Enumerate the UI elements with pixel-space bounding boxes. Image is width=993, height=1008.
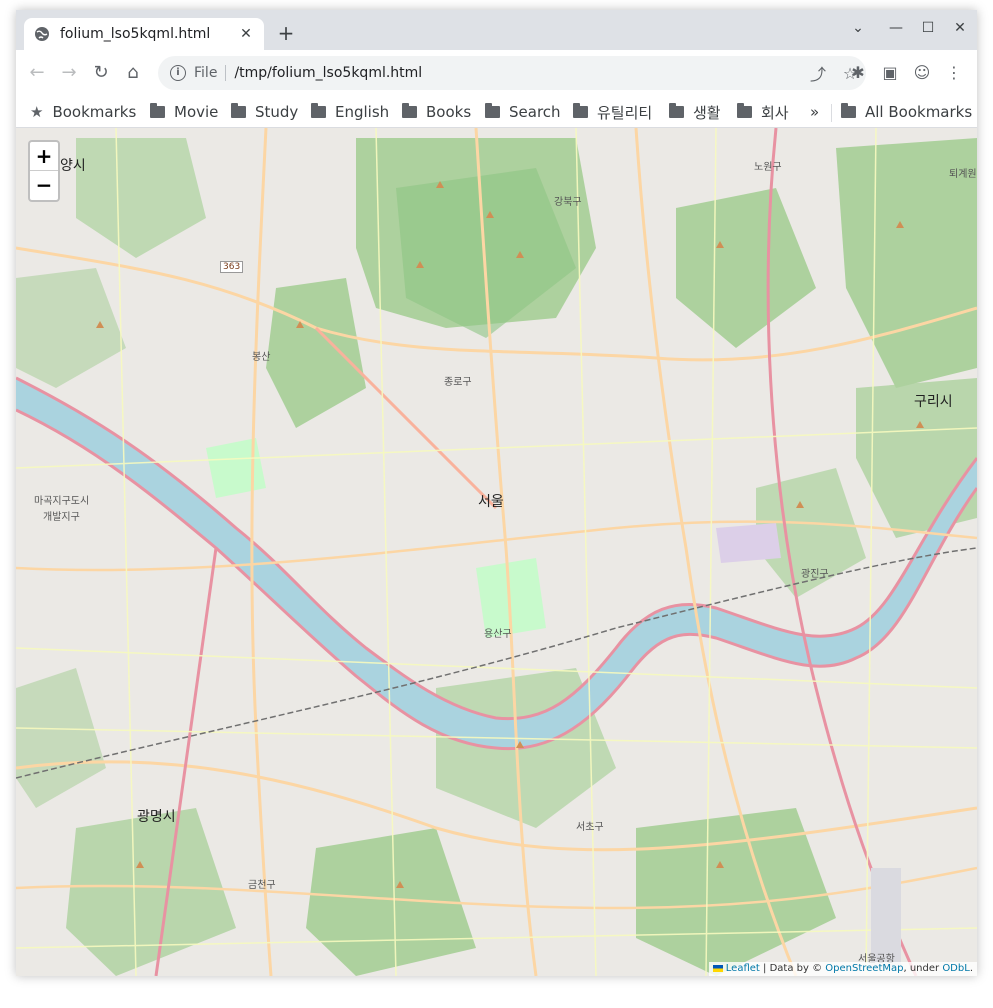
url-text[interactable]: /tmp/folium_lso5kqml.html bbox=[234, 65, 802, 81]
bookmark-item-life[interactable]: 생활 bbox=[669, 100, 721, 124]
bookmark-label: All Bookmarks bbox=[865, 103, 973, 121]
bookmark-item-books[interactable]: Books bbox=[402, 100, 471, 124]
close-window-button[interactable]: ✕ bbox=[950, 20, 970, 36]
folder-icon bbox=[311, 103, 326, 118]
info-icon[interactable]: i bbox=[170, 65, 186, 81]
zoom-control: + − bbox=[28, 140, 60, 202]
bookmark-item-english[interactable]: English bbox=[311, 100, 389, 124]
url-separator bbox=[225, 65, 227, 81]
folder-icon bbox=[485, 103, 500, 118]
bookmark-item-movie[interactable]: Movie bbox=[150, 100, 218, 124]
label-yongsan: 용산구 bbox=[484, 629, 512, 640]
active-tab[interactable]: folium_lso5kqml.html ✕ bbox=[24, 18, 264, 50]
browser-window: folium_lso5kqml.html ✕ + ⌄ — ☐ ✕ ← → ↻ ⌂… bbox=[16, 10, 977, 976]
tab-search-dropdown-icon[interactable]: ⌄ bbox=[848, 20, 868, 36]
attribution-end: . bbox=[969, 963, 973, 974]
bookmark-label: Bookmarks bbox=[52, 103, 137, 121]
bookmark-label: English bbox=[335, 103, 390, 121]
minimize-button[interactable]: — bbox=[886, 20, 906, 36]
bookmarks-divider bbox=[831, 104, 832, 122]
folder-icon bbox=[737, 103, 752, 118]
maximize-button[interactable]: ☐ bbox=[918, 20, 938, 36]
bookmark-item-study[interactable]: Study bbox=[231, 100, 298, 124]
label-geumcheon: 금천구 bbox=[248, 880, 276, 891]
url-scheme: File bbox=[194, 65, 218, 81]
share-icon[interactable]: ⤴ bbox=[802, 61, 834, 85]
profile-avatar-icon[interactable]: ☺ bbox=[911, 62, 933, 84]
reload-button[interactable]: ↻ bbox=[90, 62, 112, 84]
leaflet-link[interactable]: Leaflet bbox=[726, 963, 760, 974]
ukraine-flag-icon bbox=[712, 964, 723, 972]
globe-icon bbox=[35, 27, 49, 41]
attribution-data-by: | Data by © bbox=[763, 963, 823, 974]
zoom-in-button[interactable]: + bbox=[30, 142, 58, 171]
side-panel-icon[interactable]: ▣ bbox=[879, 62, 901, 84]
label-yangsi: 양시 bbox=[60, 158, 86, 174]
tab-title: folium_lso5kqml.html bbox=[60, 26, 211, 42]
label-seoul: 서울 bbox=[478, 494, 504, 510]
label-magok2: 개발지구 bbox=[43, 512, 80, 523]
bookmark-label: 회사 bbox=[761, 103, 789, 122]
bookmarks-overflow-button[interactable]: » bbox=[810, 100, 819, 124]
folder-icon bbox=[402, 103, 417, 118]
label-seocho: 서초구 bbox=[576, 822, 604, 833]
label-bongsan: 봉산 bbox=[252, 352, 271, 363]
label-nowon: 노원구 bbox=[754, 162, 782, 173]
odbl-link[interactable]: ODbL bbox=[942, 963, 970, 974]
bookmark-item-company[interactable]: 회사 bbox=[737, 100, 789, 124]
folder-icon bbox=[841, 103, 856, 118]
route-shield-363: 363 bbox=[220, 261, 244, 273]
folder-icon bbox=[573, 103, 588, 118]
label-toegyewon: 퇴계원 bbox=[949, 169, 977, 180]
zoom-out-button[interactable]: − bbox=[30, 171, 58, 200]
home-button[interactable]: ⌂ bbox=[122, 62, 144, 84]
bookmark-label: 유틸리티 bbox=[597, 103, 653, 122]
tab-strip: folium_lso5kqml.html ✕ + ⌄ — ☐ ✕ bbox=[16, 10, 977, 50]
all-bookmarks-button[interactable]: All Bookmarks bbox=[841, 100, 972, 124]
osm-link[interactable]: OpenStreetMap bbox=[825, 963, 903, 974]
new-tab-button[interactable]: + bbox=[274, 21, 298, 45]
bookmark-label: Search bbox=[509, 103, 561, 121]
bookmark-item-utility[interactable]: 유틸리티 bbox=[573, 100, 652, 124]
extensions-icon[interactable]: ✱ bbox=[847, 62, 869, 84]
tab-close-icon[interactable]: ✕ bbox=[238, 26, 254, 42]
map-tiles bbox=[16, 128, 977, 976]
folder-icon bbox=[231, 103, 246, 118]
bookmark-label: 생활 bbox=[693, 103, 721, 122]
label-gwangjin: 광진구 bbox=[801, 569, 829, 580]
bookmark-item-search[interactable]: Search bbox=[485, 100, 561, 124]
star-icon: ★ bbox=[30, 103, 44, 121]
bookmark-label: Movie bbox=[174, 103, 219, 121]
bookmark-label: Study bbox=[255, 103, 299, 121]
menu-kebab-icon[interactable]: ⋮ bbox=[943, 62, 965, 84]
map-attribution: Leaflet | Data by © OpenStreetMap, under… bbox=[708, 962, 977, 976]
label-magok: 마곡지구도시 bbox=[34, 496, 90, 507]
bookmarks-bar: ★ Bookmarks Movie Study English Books Sea… bbox=[16, 96, 977, 128]
bookmark-item-bookmarks[interactable]: ★ Bookmarks bbox=[30, 100, 136, 124]
back-button[interactable]: ← bbox=[26, 62, 48, 84]
label-gwangmyeong: 광명시 bbox=[137, 809, 176, 825]
attribution-under: , under bbox=[903, 963, 940, 974]
label-gangbuk: 강북구 bbox=[554, 197, 582, 208]
browser-toolbar: ← → ↻ ⌂ i File /tmp/folium_lso5kqml.html… bbox=[16, 50, 977, 96]
label-jongno: 종로구 bbox=[444, 377, 472, 388]
map-canvas[interactable]: + − 서울 광명시 구리시 양시 마곡지구도시 개발지구 용산구 광진구 종로… bbox=[16, 128, 977, 976]
address-bar[interactable]: i File /tmp/folium_lso5kqml.html ⤴ ☆ bbox=[158, 56, 866, 90]
folder-icon bbox=[669, 103, 684, 118]
folder-icon bbox=[150, 103, 165, 118]
bookmark-label: Books bbox=[426, 103, 472, 121]
forward-button[interactable]: → bbox=[58, 62, 80, 84]
label-guri: 구리시 bbox=[914, 394, 953, 410]
